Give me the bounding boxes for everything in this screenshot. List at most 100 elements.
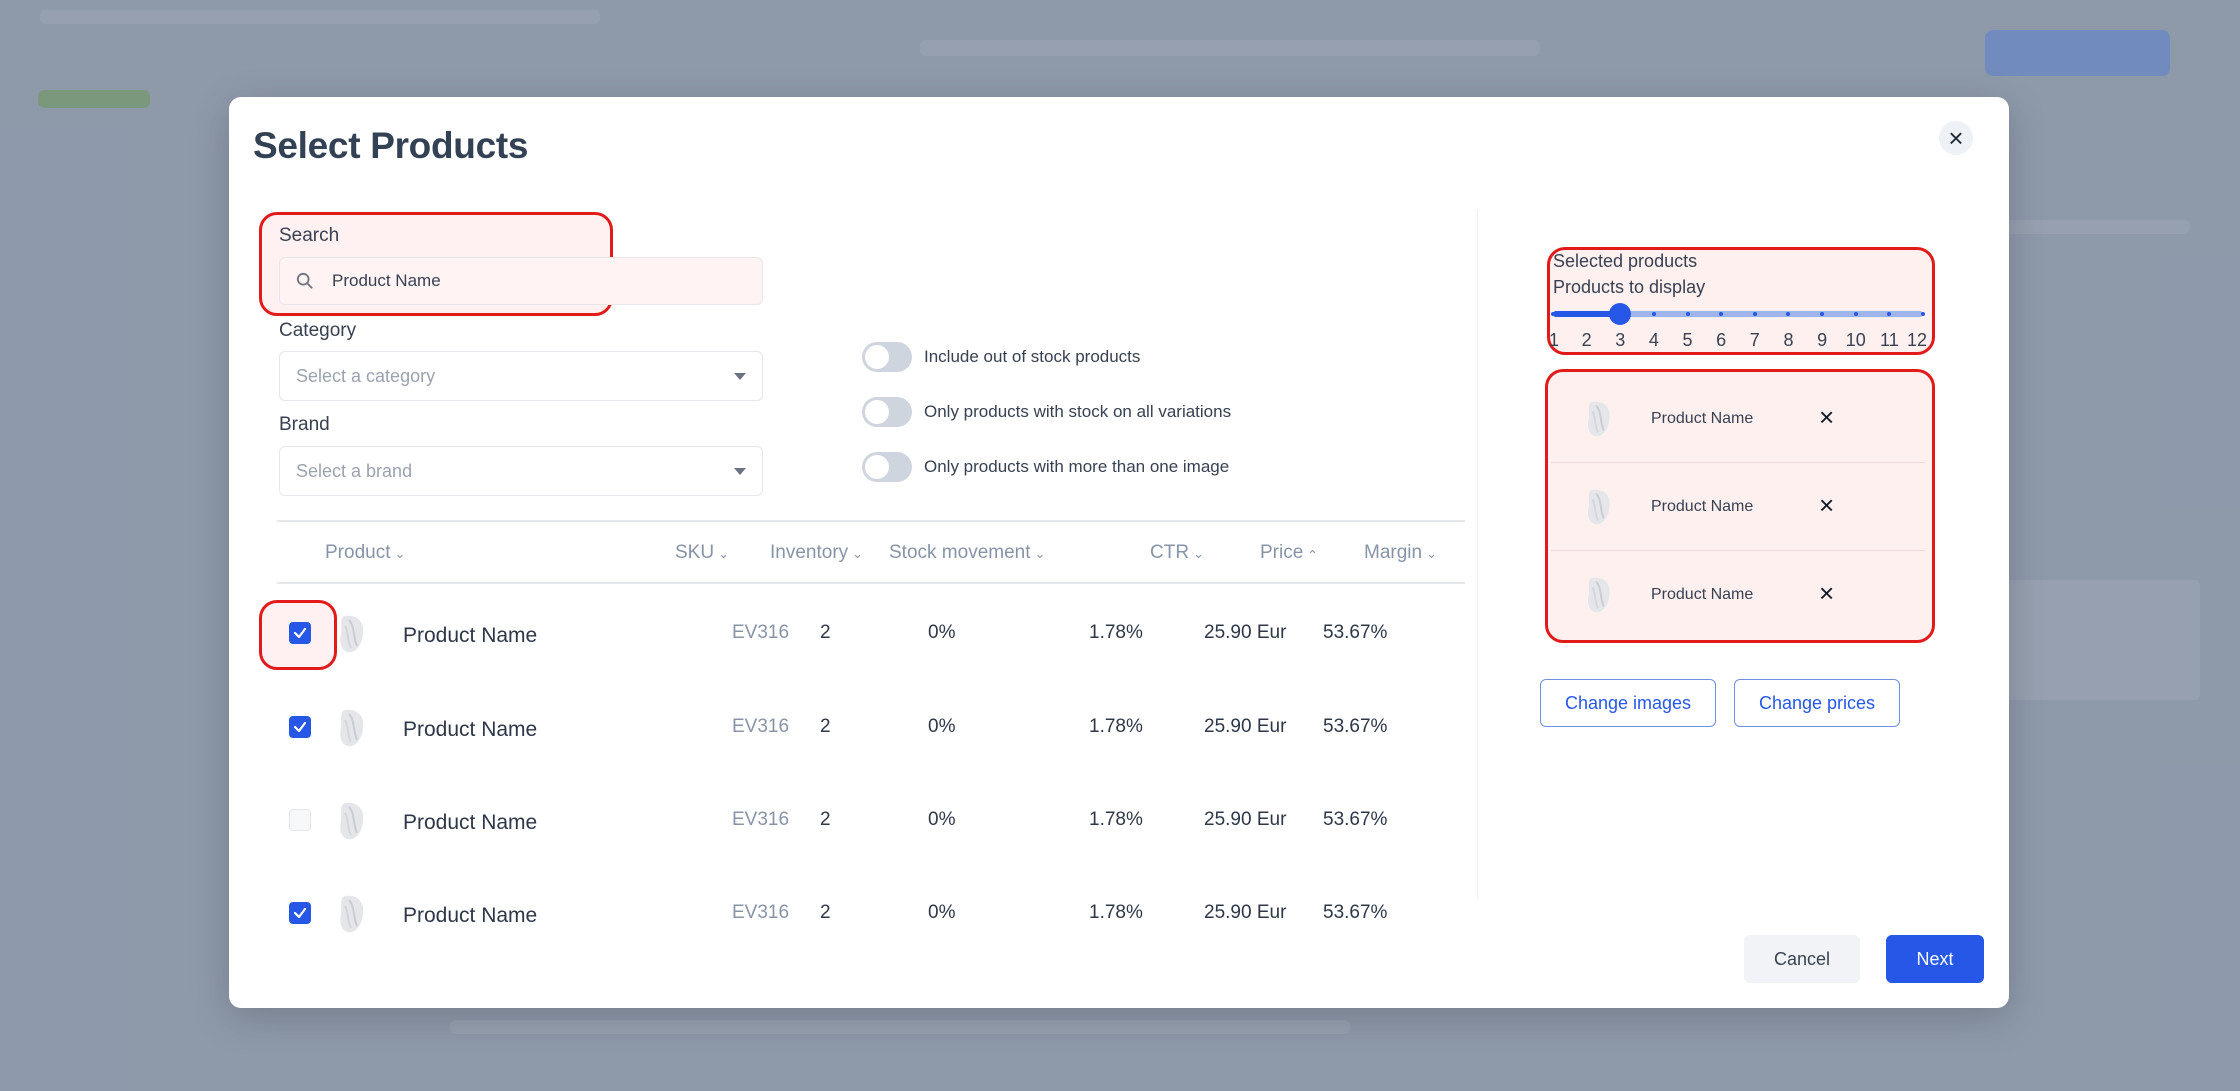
slider-step-dot — [1719, 312, 1724, 316]
products-to-display-label: Products to display — [1553, 277, 1706, 297]
slider-tick-label: 9 — [1817, 330, 1828, 350]
panel-divider — [1477, 209, 1478, 899]
slider-step-dot — [1584, 312, 1589, 316]
close-icon: × — [1948, 122, 1964, 153]
toggle-multiple-images[interactable]: Only products with more than one image — [862, 452, 1229, 482]
chevron-down-icon: ⌄ — [1034, 546, 1046, 561]
product-ctr: 1.78% — [1089, 716, 1143, 737]
chevron-up-icon: ⌄ — [1307, 547, 1319, 562]
product-ctr: 1.78% — [1089, 902, 1143, 923]
toggle-switch[interactable] — [862, 342, 912, 372]
product-thumbnail — [1583, 486, 1617, 528]
column-margin[interactable]: Margin ⌄ — [1364, 542, 1437, 564]
category-select[interactable]: Select a category — [279, 351, 763, 401]
brand-select[interactable]: Select a brand — [279, 446, 763, 496]
chevron-down-icon: ⌄ — [1426, 546, 1437, 561]
search-input[interactable] — [330, 270, 734, 292]
product-name[interactable]: Product Name — [403, 718, 537, 742]
product-inventory: 2 — [820, 716, 831, 737]
slider-tick-label: 7 — [1749, 330, 1760, 350]
remove-icon[interactable]: × — [1819, 490, 1834, 521]
chevron-down-icon: ⌄ — [852, 546, 864, 561]
table-row[interactable]: Product Name EV316 2 0% 1.78% 25.90 Eur 53.67% — [277, 584, 1465, 678]
column-ctr[interactable]: CTR ⌄ — [1150, 542, 1204, 564]
column-price[interactable]: Price ⌄ — [1260, 542, 1318, 564]
brand-label: Brand — [279, 414, 330, 435]
slider-tick-label: 5 — [1682, 330, 1693, 350]
chevron-down-icon — [734, 372, 746, 380]
table-row[interactable]: Product Name EV316 2 0% 1.78% 25.90 Eur 53.67% — [277, 864, 1465, 958]
slider-tick-label: 1 — [1548, 330, 1560, 350]
row-checkbox[interactable] — [289, 716, 311, 738]
selected-products-label: Selected products — [1553, 251, 1698, 271]
product-thumbnail — [1583, 398, 1617, 440]
slider-tick-label: 12 — [1906, 330, 1928, 350]
product-price: 25.90 Eur — [1204, 809, 1287, 830]
close-button[interactable]: × — [1939, 121, 1973, 155]
chevron-down-icon: ⌄ — [394, 546, 406, 561]
slider-tick-label: 2 — [1581, 330, 1592, 350]
slider-step-dot — [1887, 312, 1892, 316]
slider-tick-label: 11 — [1880, 330, 1899, 350]
next-button[interactable]: Next — [1886, 935, 1984, 983]
toggle-switch[interactable] — [862, 397, 912, 427]
column-stock-movement[interactable]: Stock movement ⌄ — [889, 542, 1045, 564]
table-row[interactable]: Product Name EV316 2 0% 1.78% 25.90 Eur 53.67% — [277, 771, 1465, 865]
product-inventory: 2 — [820, 622, 831, 643]
search-icon — [296, 272, 313, 289]
product-price: 25.90 Eur — [1204, 622, 1287, 643]
product-margin: 53.67% — [1323, 902, 1388, 923]
slider-tick-label: 4 — [1648, 330, 1659, 350]
product-price: 25.90 Eur — [1204, 716, 1287, 737]
column-sku[interactable]: SKU ⌄ — [675, 542, 729, 564]
toggle-switch[interactable] — [862, 452, 912, 482]
selected-product-name: Product Name — [1651, 410, 1754, 427]
table-row[interactable]: Product Name EV316 2 0% 1.78% 25.90 Eur 53.67% — [277, 678, 1465, 772]
slider-step-dot — [1820, 312, 1825, 316]
row-checkbox[interactable] — [289, 902, 311, 924]
remove-icon[interactable]: × — [1819, 578, 1834, 609]
row-checkbox[interactable] — [289, 809, 311, 831]
product-margin: 53.67% — [1323, 622, 1388, 643]
product-name[interactable]: Product Name — [403, 904, 537, 928]
column-inventory[interactable]: Inventory ⌄ — [770, 542, 863, 564]
product-ctr: 1.78% — [1089, 809, 1143, 830]
product-sku: EV316 — [732, 902, 790, 923]
change-prices-button[interactable]: Change prices — [1734, 679, 1900, 727]
modal-title: Select Products — [253, 125, 529, 166]
product-margin: 53.67% — [1323, 716, 1388, 737]
product-thumbnail — [335, 612, 371, 656]
slider-step-dot — [1921, 312, 1925, 316]
slider-step-dot — [1551, 312, 1555, 316]
change-images-button[interactable]: Change images — [1540, 679, 1716, 727]
product-inventory: 2 — [820, 902, 831, 923]
selected-product-name: Product Name — [1651, 498, 1754, 515]
slider-step-dot — [1651, 312, 1656, 316]
chevron-down-icon: ⌄ — [1193, 546, 1204, 561]
toggle-stock-all-variations[interactable]: Only products with stock on all variatio… — [862, 397, 1231, 427]
slider-step-dot — [1752, 312, 1757, 316]
column-product[interactable]: Product ⌄ — [325, 542, 405, 564]
products-slider[interactable] — [1551, 303, 1925, 325]
product-thumbnail — [335, 892, 371, 936]
product-thumbnail — [1583, 574, 1617, 616]
remove-icon[interactable]: × — [1819, 402, 1834, 433]
row-checkbox[interactable] — [289, 622, 311, 644]
category-label: Category — [279, 320, 357, 341]
selected-product-item: Product Name × — [1551, 374, 1925, 463]
cancel-button[interactable]: Cancel — [1744, 935, 1860, 983]
product-stock-movement: 0% — [928, 902, 956, 923]
brand-placeholder: Select a brand — [296, 460, 413, 481]
category-placeholder: Select a category — [296, 365, 436, 386]
search-field[interactable] — [279, 257, 763, 305]
slider-tick-label: 10 — [1845, 330, 1866, 350]
product-sku: EV316 — [732, 809, 790, 830]
toggle-label: Only products with stock on all variatio… — [924, 402, 1232, 421]
toggle-out-of-stock[interactable]: Include out of stock products — [862, 342, 1140, 372]
product-ctr: 1.78% — [1089, 622, 1143, 643]
product-stock-movement: 0% — [928, 716, 956, 737]
product-name[interactable]: Product Name — [403, 624, 537, 648]
slider-step-dot — [1786, 312, 1791, 316]
product-price: 25.90 Eur — [1204, 902, 1287, 923]
product-name[interactable]: Product Name — [403, 811, 537, 835]
